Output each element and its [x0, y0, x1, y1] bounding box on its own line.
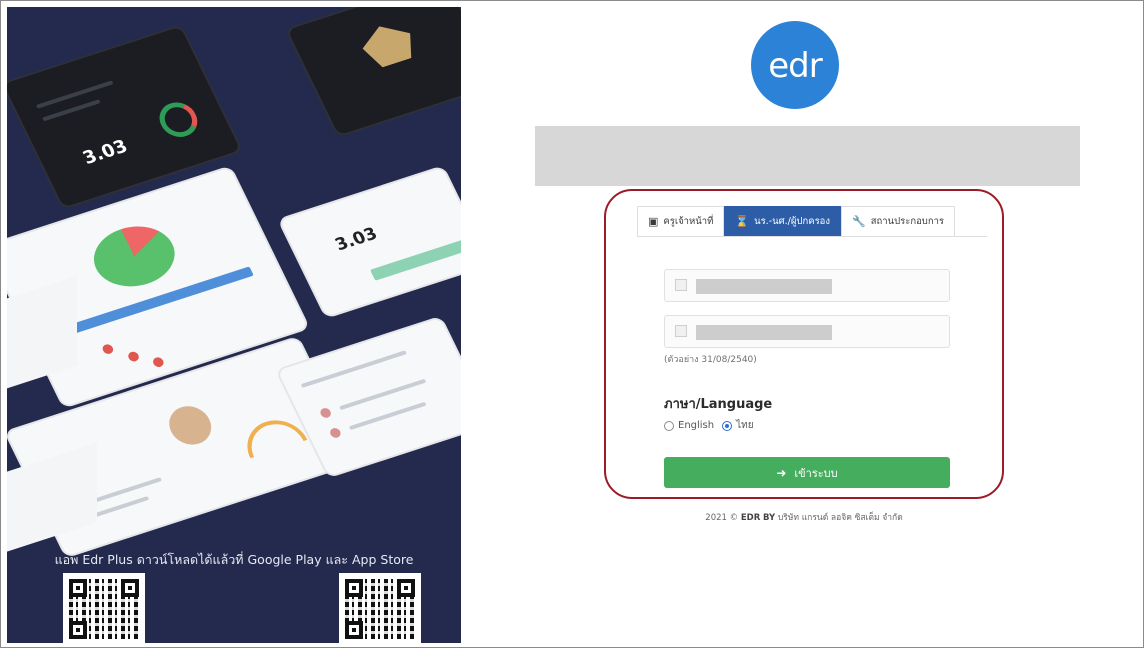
- footer-by: BY: [762, 513, 776, 523]
- redacted-value: [696, 325, 832, 340]
- logo-text: edr: [768, 46, 822, 86]
- qr-code-google-play[interactable]: [63, 573, 145, 643]
- footer-year: 2021 ©: [705, 513, 739, 523]
- radio-thai-label[interactable]: ไทย: [736, 418, 753, 433]
- footer-company: บริษัท แกรนด์ ลอจิค ซิสเต็ม จำกัด: [777, 513, 903, 523]
- footer-brand: EDR: [740, 513, 761, 523]
- wrench-icon: 🔧: [852, 215, 866, 228]
- tab-student-parent[interactable]: ⌛ นร.-นศ./ผู้ปกครอง: [724, 206, 842, 236]
- tab-label: สถานประกอบการ: [870, 216, 945, 227]
- radio-thai[interactable]: [722, 420, 733, 431]
- birthdate-field[interactable]: [664, 315, 950, 348]
- username-field[interactable]: [664, 269, 950, 302]
- birthdate-hint: (ตัวอย่าง 31/08/2540): [664, 355, 757, 365]
- mockup-score-2: 3.03: [331, 224, 381, 256]
- tab-divider: [637, 236, 987, 237]
- radio-english[interactable]: [664, 420, 674, 431]
- footer: 2021 © EDR BY บริษัท แกรนด์ ลอจิค ซิสเต็…: [604, 510, 1004, 524]
- sign-in-icon: ➜: [776, 465, 787, 480]
- promo-caption: แอพ Edr Plus ดาวน์โหลดได้แล้วที่ Google …: [54, 552, 414, 567]
- page-frame: 3.03 3.03 แอพ Edr Plus ดาวน์โหลดได้แล้วท…: [0, 0, 1144, 648]
- login-button[interactable]: ➜ เข้าระบบ: [664, 457, 950, 488]
- mockup-score: 3.03: [79, 135, 132, 169]
- tab-staff[interactable]: ▣ ครูเจ้าหน้าที่: [637, 206, 725, 236]
- redacted-banner: [535, 126, 1080, 186]
- qr-code-app-store[interactable]: [339, 573, 421, 643]
- qr-code-pattern: [345, 579, 415, 639]
- app-promo-panel: 3.03 3.03 แอพ Edr Plus ดาวน์โหลดได้แล้วท…: [7, 7, 461, 643]
- teacher-icon: ▣: [648, 215, 659, 228]
- id-card-icon: [675, 279, 687, 291]
- tab-enterprise[interactable]: 🔧 สถานประกอบการ: [841, 206, 956, 236]
- redacted-value: [696, 279, 832, 294]
- calendar-icon: [675, 325, 687, 337]
- tab-label: ครูเจ้าหน้าที่: [663, 216, 714, 227]
- language-title: ภาษา/Language: [664, 397, 773, 412]
- login-button-label: เข้าระบบ: [794, 466, 838, 480]
- tab-label: นร.-นศ./ผู้ปกครอง: [754, 216, 831, 227]
- phone-mockup-score: 3.03: [276, 165, 461, 319]
- phone-mockup-radar: [284, 7, 461, 138]
- hourglass-icon: ⌛: [735, 215, 750, 228]
- language-options: English ไทย: [664, 418, 762, 433]
- radio-english-label[interactable]: English: [678, 420, 714, 431]
- qr-code-pattern: [69, 579, 139, 639]
- edr-logo: edr: [751, 21, 839, 109]
- login-type-tabs: ▣ ครูเจ้าหน้าที่ ⌛ นร.-นศ./ผู้ปกครอง 🔧 ส…: [637, 206, 956, 236]
